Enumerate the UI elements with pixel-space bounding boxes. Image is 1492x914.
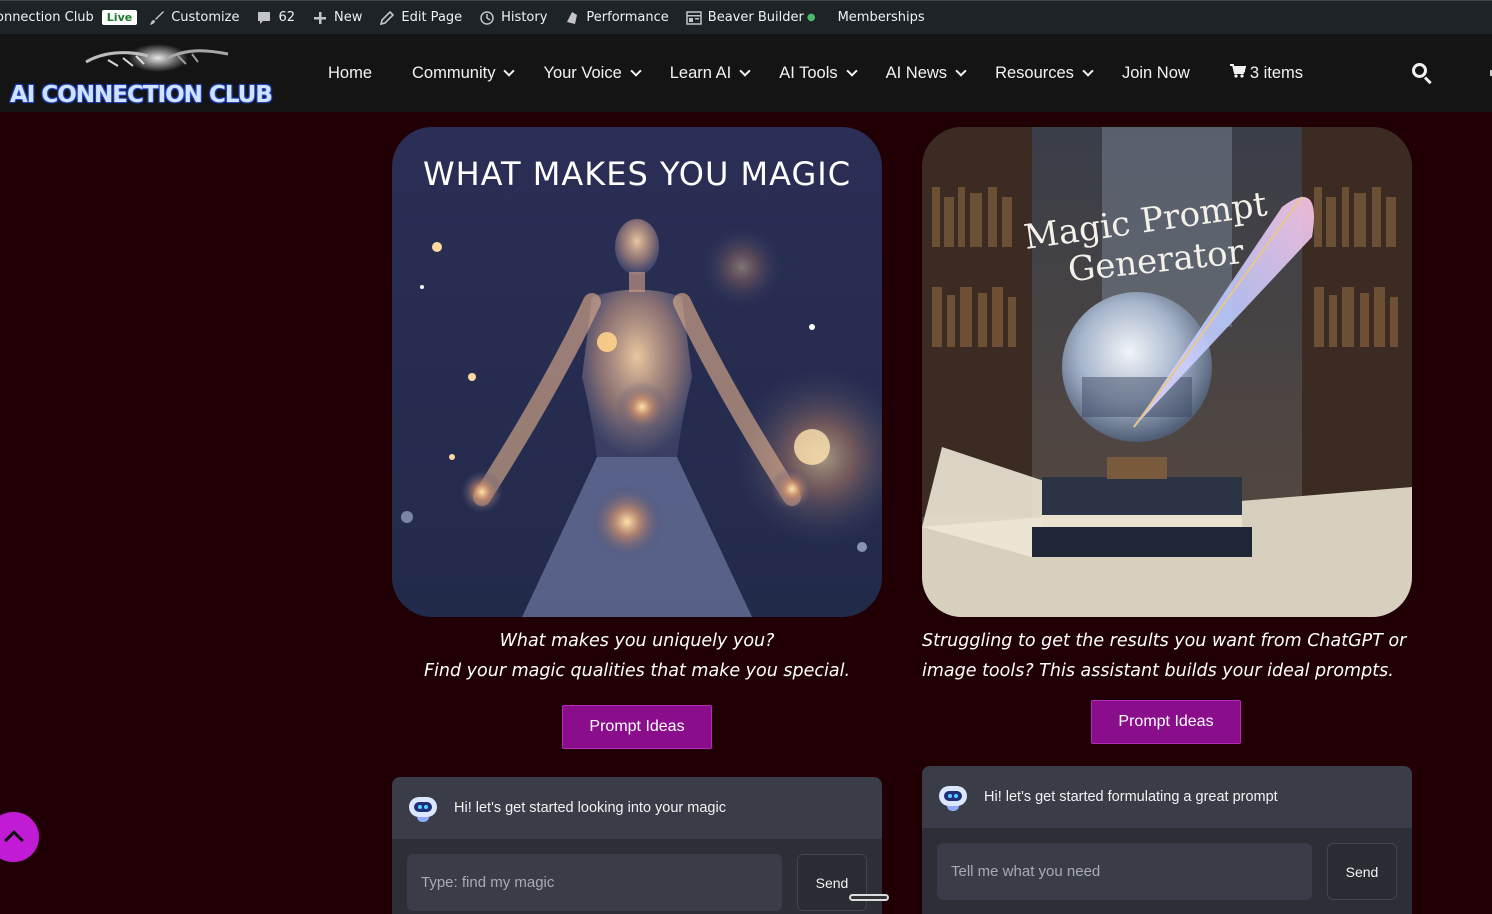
magic-chat-input[interactable] [407, 854, 782, 911]
site-logo[interactable]: AI CONNECTION CLUB [8, 40, 290, 108]
nav-community-label: Community [412, 63, 496, 82]
nav-ai-tools-label: AI Tools [779, 63, 838, 82]
site-header: AI CONNECTION CLUB Home Community Your V… [0, 34, 1492, 112]
edit-page-label: Edit Page [401, 10, 463, 25]
nav-resources-label: Resources [995, 63, 1074, 82]
comments-link[interactable]: 62 [256, 1, 295, 35]
chevron-down-icon [1082, 64, 1094, 77]
customize-label: Customize [171, 10, 240, 25]
prompt-chat-header: Hi! let's get started formulating a grea… [922, 766, 1412, 828]
chevron-up-icon [4, 830, 24, 850]
comments-count: 62 [278, 10, 296, 25]
logo-text: AI CONNECTION CLUB [10, 82, 273, 108]
prompt-chat-widget: Hi! let's get started formulating a grea… [922, 766, 1412, 914]
nav-cart[interactable]: 3 items [1229, 63, 1303, 83]
live-badge: Live [101, 10, 138, 25]
nav-community[interactable]: Community [412, 63, 516, 83]
performance-icon [564, 10, 580, 26]
prompt-caption-line1: Struggling to get the results you want f… [922, 631, 1407, 651]
history-icon [479, 10, 495, 26]
edge-marker [1488, 70, 1492, 76]
nav-your-voice-label: Your Voice [543, 63, 622, 82]
scroll-handle[interactable] [849, 894, 889, 901]
chevron-down-icon [739, 64, 751, 77]
magic-caption-line1: What makes you uniquely you? [499, 631, 775, 651]
magic-chat-widget: Hi! let's get started looking into your … [392, 777, 882, 914]
main-nav: Home Community Your Voice Learn AI AI To… [328, 34, 1333, 112]
magic-chat-body: Send [392, 839, 882, 914]
search-icon[interactable] [1410, 61, 1434, 85]
nav-ai-news-label: AI News [885, 63, 948, 82]
nav-ai-news[interactable]: AI News [885, 63, 967, 83]
chevron-down-icon [630, 64, 642, 77]
nav-home[interactable]: Home [328, 64, 372, 83]
prompt-ideas-button[interactable]: Prompt Ideas [1091, 700, 1241, 744]
beaver-builder-label: Beaver Builder [707, 10, 804, 25]
prompt-chat-greeting: Hi! let's get started formulating a grea… [984, 789, 1278, 805]
history-link[interactable]: History [479, 1, 547, 35]
nav-learn-ai[interactable]: Learn AI [669, 63, 751, 83]
chevron-down-icon [955, 64, 967, 77]
magic-prompt-ideas-button[interactable]: Prompt Ideas [562, 705, 712, 749]
cart-label: 3 items [1249, 63, 1303, 82]
prompt-send-button[interactable]: Send [1327, 843, 1397, 900]
admin-bar: onnection Club Live Customize 62 New Edi… [0, 0, 1492, 34]
new-link[interactable]: New [312, 1, 362, 35]
nav-ai-tools[interactable]: AI Tools [779, 63, 858, 83]
cart-icon [1229, 64, 1247, 82]
prompt-chat-body: Send [922, 828, 1412, 914]
customize-link[interactable]: Customize [149, 1, 239, 35]
prompt-image: Magic Prompt Generator [922, 127, 1412, 617]
pencil-icon [379, 10, 395, 26]
magic-chat-header: Hi! let's get started looking into your … [392, 777, 882, 839]
history-label: History [501, 10, 548, 25]
magic-caption-line2: Find your magic qualities that make you … [423, 661, 851, 681]
nav-join-now[interactable]: Join Now [1122, 64, 1190, 83]
nav-learn-ai-label: Learn AI [669, 63, 732, 82]
builder-icon [686, 10, 702, 26]
admin-site-name[interactable]: onnection Club [0, 1, 94, 35]
robot-icon [406, 793, 440, 823]
nav-your-voice[interactable]: Your Voice [543, 63, 642, 83]
new-label: New [334, 10, 363, 25]
magic-image-title: WHAT MAKES YOU MAGIC [423, 155, 851, 193]
robot-icon [936, 782, 970, 812]
status-dot-icon: ● [806, 12, 816, 23]
prompt-caption-line2: image tools? This assistant builds your … [922, 661, 1394, 681]
performance-link[interactable]: Performance [564, 1, 669, 35]
brush-icon [149, 10, 165, 26]
prompt-chat-input[interactable] [937, 843, 1312, 900]
scroll-to-top-button[interactable] [0, 812, 39, 862]
beaver-builder-link[interactable]: Beaver Builder ● [686, 1, 838, 35]
chevron-down-icon [503, 64, 516, 77]
edit-page-link[interactable]: Edit Page [379, 1, 462, 35]
comment-icon [256, 10, 272, 26]
magic-send-button[interactable]: Send [797, 854, 867, 911]
chevron-down-icon [845, 64, 858, 77]
nav-resources[interactable]: Resources [995, 63, 1094, 83]
magic-image: WHAT MAKES YOU MAGIC [392, 127, 882, 617]
memberships-link[interactable]: Memberships [838, 1, 925, 35]
performance-label: Performance [586, 10, 669, 25]
magic-chat-greeting: Hi! let's get started looking into your … [454, 800, 726, 816]
plus-icon [312, 10, 328, 26]
